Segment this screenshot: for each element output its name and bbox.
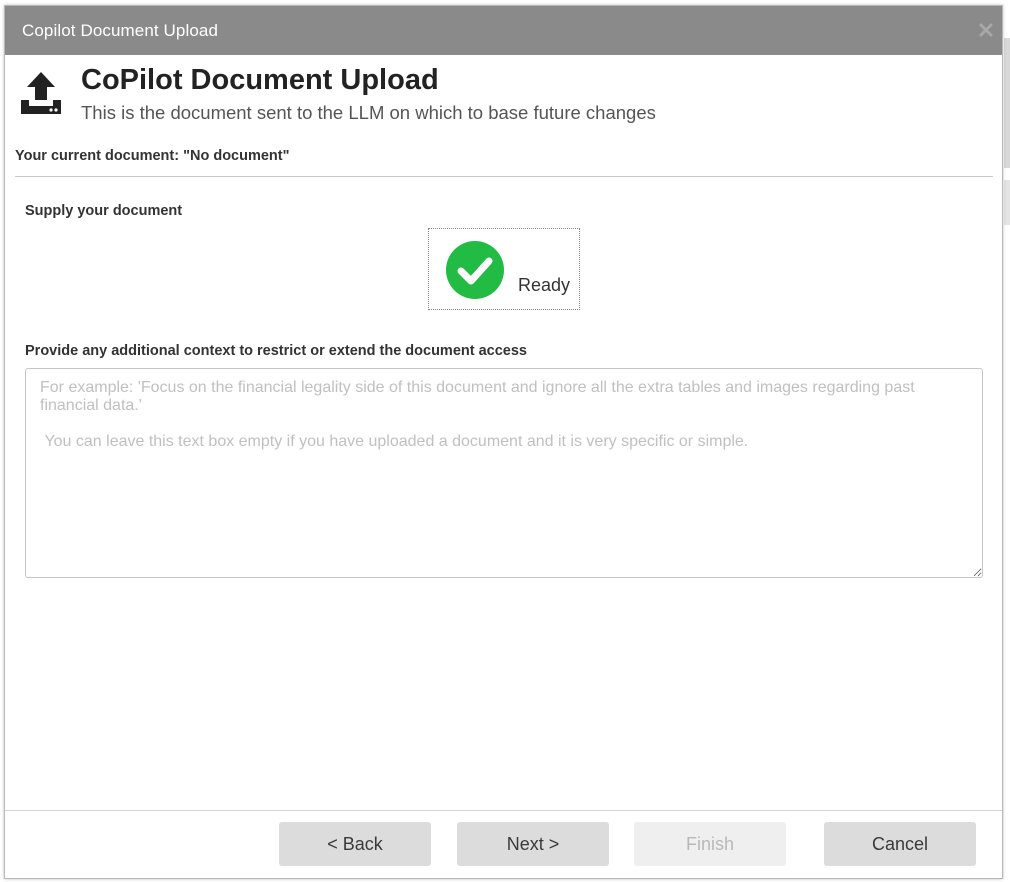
close-icon[interactable] (979, 23, 993, 37)
cancel-button[interactable]: Cancel (824, 822, 976, 866)
document-dropzone[interactable]: Ready (428, 228, 580, 310)
current-document-label: Your current document: "No document" (15, 148, 290, 164)
supply-document-label: Supply your document (25, 203, 183, 219)
dialog-titlebar[interactable]: Copilot Document Upload (5, 6, 1002, 55)
page-title: CoPilot Document Upload (81, 64, 439, 96)
footer-divider (5, 810, 1002, 811)
finish-button[interactable]: Finish (634, 822, 786, 866)
upload-icon (17, 70, 65, 116)
check-circle-icon (446, 241, 504, 299)
back-button[interactable]: < Back (279, 822, 431, 866)
background-artifact (1004, 180, 1010, 225)
section-divider (15, 176, 993, 177)
background-artifact (1004, 38, 1010, 168)
dialog-title: Copilot Document Upload (22, 21, 219, 40)
context-textarea[interactable] (25, 368, 983, 578)
next-button[interactable]: Next > (457, 822, 609, 866)
page-subtitle: This is the document sent to the LLM on … (81, 102, 656, 123)
upload-status-text: Ready (518, 275, 571, 295)
document-upload-dialog: Copilot Document Upload CoPilot Document… (4, 5, 1003, 879)
context-label: Provide any additional context to restri… (25, 343, 527, 359)
